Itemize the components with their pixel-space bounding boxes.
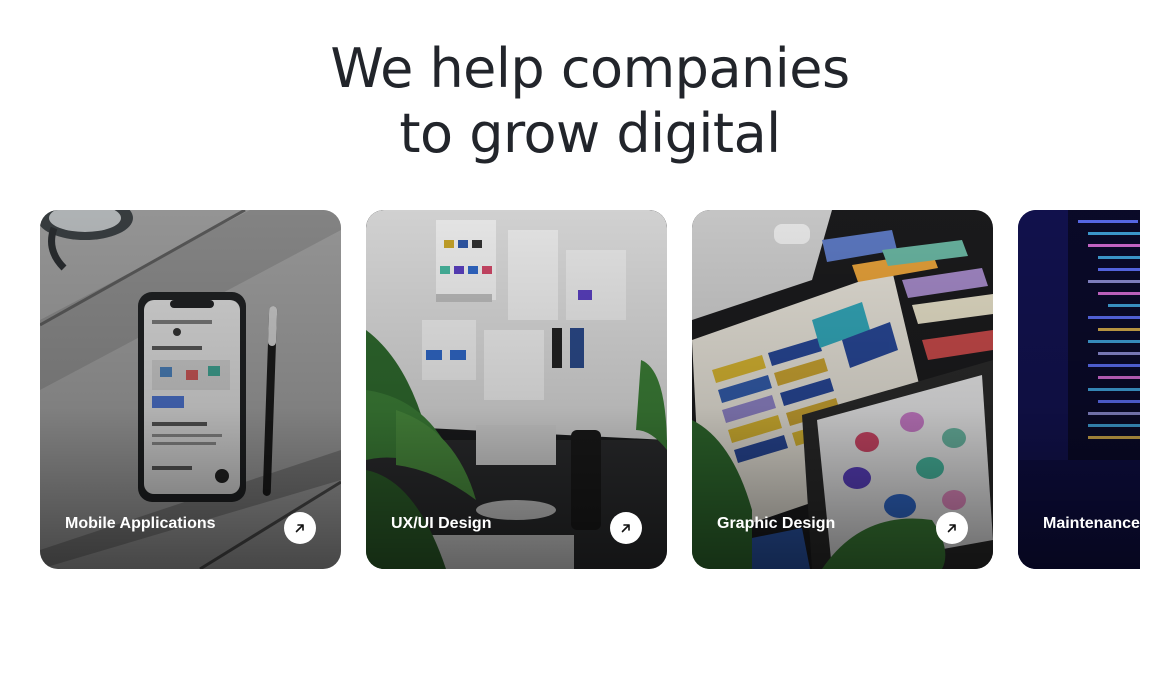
service-card-label: Maintenance bbox=[1043, 515, 1140, 532]
heading-line-1: We help companies bbox=[330, 37, 850, 100]
service-card-label: Mobile Applications bbox=[65, 515, 216, 532]
arrow-up-right-icon bbox=[621, 524, 630, 533]
service-card-maintenance[interactable]: Maintenance bbox=[1018, 210, 1140, 569]
service-card-ux-ui-design[interactable]: UX/UI Design bbox=[366, 210, 667, 569]
service-card-label: Graphic Design bbox=[717, 515, 836, 532]
open-service-button[interactable] bbox=[936, 512, 968, 544]
arrow-up-right-icon bbox=[295, 524, 304, 533]
arrow-up-right-icon bbox=[947, 524, 956, 533]
services-section: We help companies to grow digital Mobile… bbox=[0, 0, 1168, 675]
heading-line-2: to grow digital bbox=[399, 102, 781, 165]
service-card-label: UX/UI Design bbox=[391, 515, 492, 532]
open-service-button[interactable] bbox=[284, 512, 316, 544]
section-heading: We help companies to grow digital bbox=[0, 36, 1168, 166]
service-card-graphic-design[interactable]: Graphic Design bbox=[692, 210, 993, 569]
services-carousel[interactable]: Mobile Applications UX/UI Design Graphic… bbox=[40, 210, 1140, 570]
open-service-button[interactable] bbox=[610, 512, 642, 544]
services-track: Mobile Applications UX/UI Design Graphic… bbox=[40, 210, 1140, 569]
service-card-mobile-applications[interactable]: Mobile Applications bbox=[40, 210, 341, 569]
